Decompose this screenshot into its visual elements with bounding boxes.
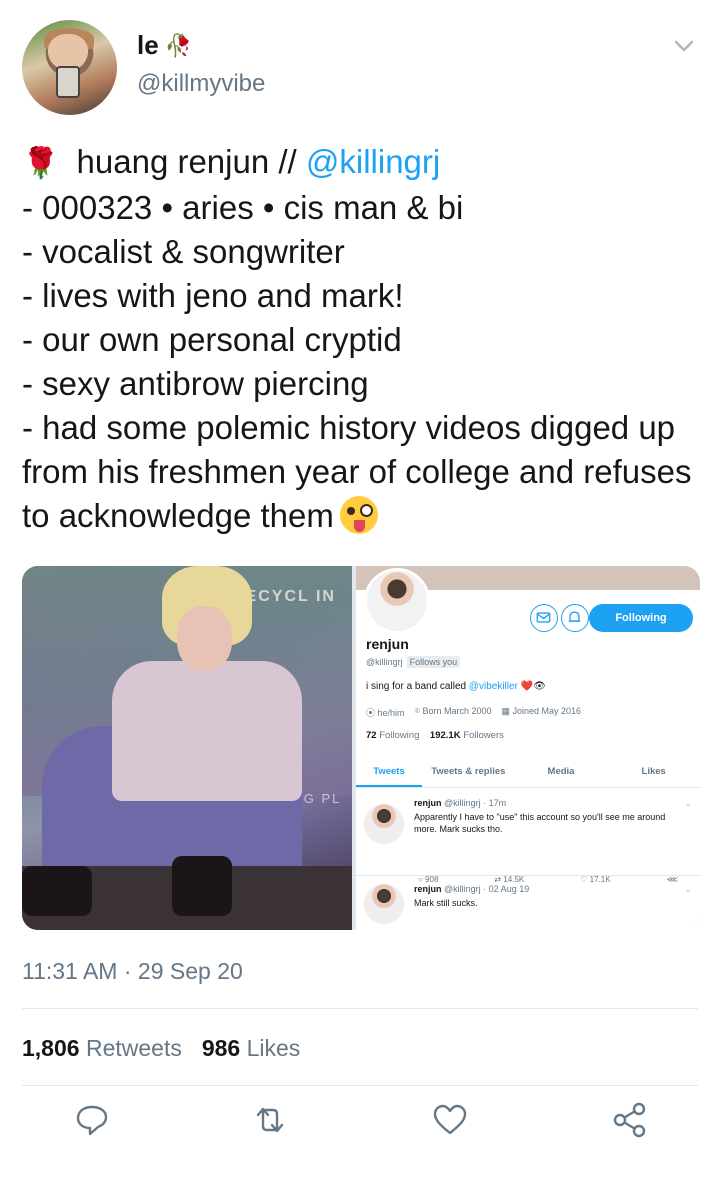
- profile-bio: i sing for a band called @vibekiller ❤️👁: [366, 681, 546, 692]
- profile-meta: ⦿ he/him ⌾ Born March 2000 ▦ Joined May …: [366, 706, 581, 719]
- tweet-line: - sexy antibrow piercing: [22, 365, 369, 402]
- chevron-down-icon[interactable]: [670, 32, 698, 60]
- user-handle[interactable]: @killmyvibe: [137, 70, 265, 98]
- tweet-line: 🌹 huang renjun // @killingrj: [22, 140, 702, 186]
- pronouns: ⦿ he/him: [366, 708, 405, 718]
- retweets-stat[interactable]: 1,806 Retweets: [22, 1035, 182, 1061]
- embedded-tweet: renjun @killingrj · 17m ⌄ Apparently I h…: [356, 792, 700, 884]
- embedded-tweet: renjun @killingrj · 02 Aug 19 ⌄ Mark sti…: [356, 878, 700, 930]
- birthday: ⌾ Born March 2000: [414, 706, 492, 716]
- avatar[interactable]: [22, 20, 117, 115]
- profile-handle: @killingrj Follows you: [366, 656, 461, 668]
- tab-tweets: Tweets: [356, 762, 422, 787]
- profile-avatar: [364, 568, 430, 634]
- tweet-line: - had some polemic history videos digged…: [22, 406, 702, 538]
- wilted-rose-icon: 🥀: [164, 32, 193, 58]
- tweet-media: RECYCL IN MPLING PL Following renjun @ki…: [22, 566, 700, 930]
- mention-link[interactable]: @killingrj: [306, 143, 440, 180]
- share-icon[interactable]: [610, 1100, 650, 1140]
- reply-icon[interactable]: [72, 1100, 112, 1140]
- join-date: ▦ Joined May 2016: [501, 706, 582, 716]
- divider: [22, 1008, 698, 1009]
- display-name-text: le: [137, 30, 159, 60]
- tweet-text: 🌹 huang renjun // @killingrj - 000323 • …: [22, 140, 702, 538]
- profile-name: renjun: [366, 636, 409, 652]
- likes-stat[interactable]: 986 Likes: [202, 1035, 300, 1061]
- tab-tweets-replies: Tweets & replies: [431, 766, 506, 777]
- tweet-line: - 000323 • aries • cis man & bi: [22, 189, 464, 226]
- notification-bell-icon: [561, 604, 589, 632]
- retweet-icon[interactable]: [250, 1100, 290, 1140]
- tweet-line: - our own personal cryptid: [22, 321, 402, 358]
- action-bar: [0, 1100, 720, 1156]
- tab-media: Media: [547, 766, 575, 777]
- media-photo-2[interactable]: Following renjun @killingrj Follows you i…: [356, 566, 700, 930]
- tweet-stats: 1,806 Retweets 986 Likes: [22, 1035, 300, 1062]
- like-icon[interactable]: [430, 1100, 470, 1140]
- message-icon: [530, 604, 558, 632]
- tweet-line: - lives with jeno and mark!: [22, 277, 404, 314]
- display-name[interactable]: le 🥀: [137, 30, 192, 61]
- tweet-timestamp[interactable]: 11:31 AM · 29 Sep 20: [22, 958, 243, 985]
- profile-counts: 72 Following 192.1K Followers: [366, 730, 504, 741]
- profile-tabs: Tweets Tweets & replies Media Likes: [356, 762, 700, 788]
- tweet-line-text: huang renjun //: [67, 143, 306, 180]
- follows-you-badge: Follows you: [406, 656, 461, 668]
- zany-face-icon: [339, 496, 378, 535]
- divider: [22, 1085, 698, 1086]
- media-photo-1[interactable]: RECYCL IN MPLING PL: [22, 566, 352, 930]
- following-button: Following: [589, 604, 693, 632]
- tweet-header: le 🥀 @killmyvibe: [22, 20, 702, 120]
- tweet-line: - vocalist & songwriter: [22, 233, 345, 270]
- tab-likes: Likes: [641, 766, 666, 777]
- rose-icon: 🌹: [22, 147, 60, 180]
